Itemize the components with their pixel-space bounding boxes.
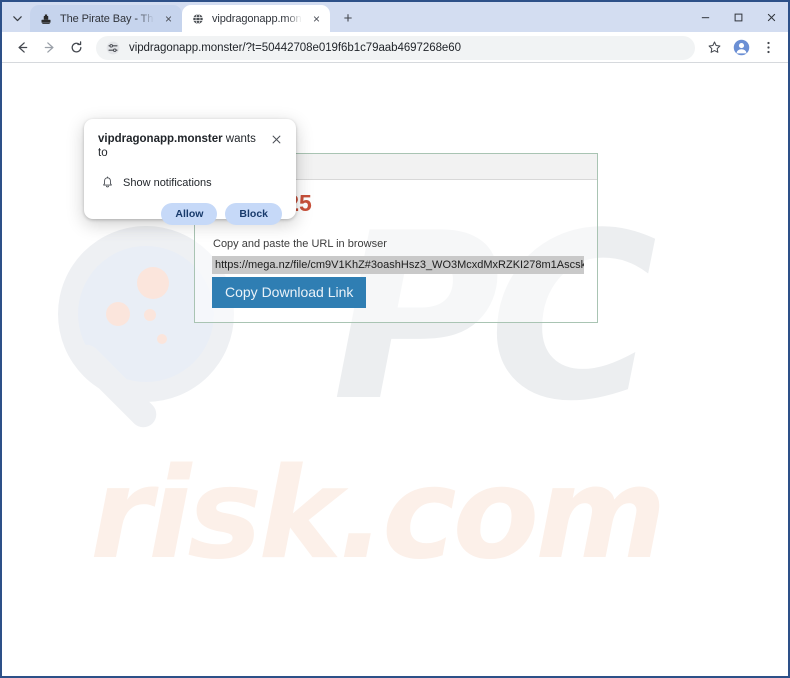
new-tab-button[interactable]: + — [335, 5, 361, 31]
browser-tab-vipdragonapp[interactable]: vipdragonapp.monster/?t=504 × — [182, 5, 330, 32]
copy-download-link-button[interactable]: Copy Download Link — [212, 277, 367, 308]
tab-close-icon[interactable]: × — [161, 11, 176, 26]
dialog-title-row: vipdragonapp.monster wants to — [98, 132, 284, 161]
risk-watermark-text: risk.com — [90, 440, 667, 587]
tab-close-icon[interactable]: × — [309, 11, 324, 26]
block-button[interactable]: Block — [225, 202, 282, 226]
tune-sliders-icon[interactable] — [105, 40, 121, 56]
page-viewport: PC risk.com ready... d is: 2025 Copy and… — [2, 63, 788, 674]
address-bar[interactable]: vipdragonapp.monster/?t=50442708e019f6b1… — [96, 35, 695, 60]
bookmark-star-icon[interactable] — [701, 35, 727, 61]
close-icon[interactable] — [268, 131, 284, 147]
reload-icon[interactable] — [63, 35, 89, 61]
dialog-origin: vipdragonapp.monster — [98, 133, 223, 145]
permission-row: Show notifications — [98, 176, 284, 190]
allow-button[interactable]: Allow — [161, 202, 218, 226]
address-bar-url: vipdragonapp.monster/?t=50442708e019f6b1… — [129, 41, 461, 54]
tab-search-icon[interactable] — [4, 4, 30, 32]
chrome-menu-icon[interactable] — [755, 35, 781, 61]
dialog-actions: Allow Block — [98, 202, 284, 226]
tab-title: The Pirate Bay - The galaxy's m — [60, 12, 154, 25]
forward-icon[interactable] — [36, 35, 62, 61]
browser-toolbar: vipdragonapp.monster/?t=50442708e019f6b1… — [2, 32, 788, 63]
pirate-ship-icon — [39, 12, 53, 26]
browser-tab-pirate-bay[interactable]: The Pirate Bay - The galaxy's m × — [30, 5, 182, 32]
dialog-title: vipdragonapp.monster wants to — [98, 132, 262, 161]
permission-label: Show notifications — [123, 176, 212, 189]
close-button[interactable] — [755, 2, 788, 32]
globe-icon — [191, 12, 205, 26]
back-icon[interactable] — [9, 35, 35, 61]
download-url-field[interactable]: https://mega.nz/file/cm9V1KhZ#3oashHsz3_… — [212, 256, 584, 275]
browser-window: The Pirate Bay - The galaxy's m × vipdra… — [0, 0, 790, 678]
maximize-button[interactable] — [722, 2, 755, 32]
bell-icon — [100, 176, 114, 190]
profile-avatar[interactable] — [728, 35, 754, 61]
copy-instruction-label: Copy and paste the URL in browser — [213, 238, 387, 251]
tab-strip: The Pirate Bay - The galaxy's m × vipdra… — [2, 2, 788, 32]
tab-title: vipdragonapp.monster/?t=504 — [212, 12, 302, 25]
minimize-button[interactable] — [689, 2, 722, 32]
window-controls — [689, 2, 788, 32]
notification-permission-dialog: vipdragonapp.monster wants to Show notif… — [84, 119, 296, 226]
